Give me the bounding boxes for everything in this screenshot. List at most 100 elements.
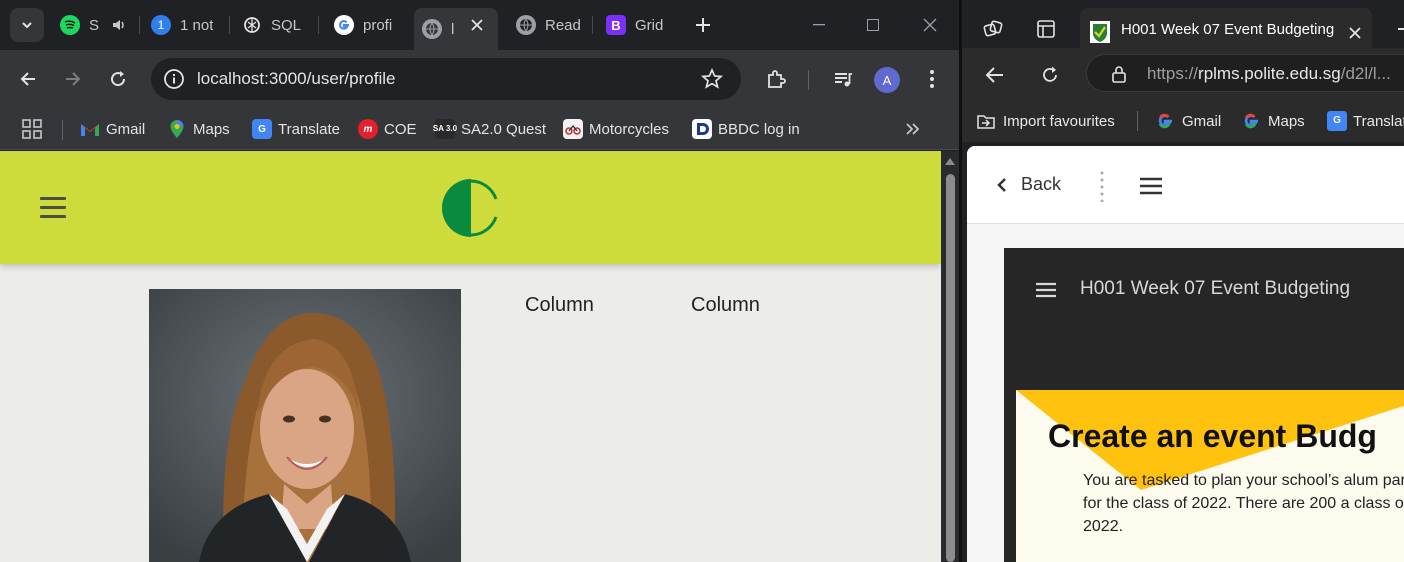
- edge-bookmark-gmail[interactable]: Gmail: [1156, 110, 1221, 132]
- edge-refresh-button[interactable]: [1033, 58, 1067, 92]
- maximize-button[interactable]: [850, 8, 896, 42]
- import-icon: [977, 115, 995, 129]
- close-icon: [923, 18, 937, 32]
- close-tab-icon[interactable]: [470, 18, 484, 32]
- workspaces-button[interactable]: [976, 12, 1010, 46]
- sa-icon: SA 3.0: [433, 119, 457, 139]
- maximize-icon: [867, 19, 879, 31]
- globe-icon: [422, 19, 442, 39]
- queue-music-icon: [835, 73, 852, 87]
- import-favourites-button[interactable]: Import favourites: [976, 110, 1115, 132]
- lock-icon[interactable]: [1111, 65, 1127, 83]
- audio-playing-icon[interactable]: [111, 17, 127, 33]
- tab-active-localhost[interactable]: l: [414, 8, 498, 50]
- back-link[interactable]: Back: [997, 174, 1061, 195]
- google-icon: [1158, 113, 1172, 129]
- scroll-up-arrow-icon[interactable]: [944, 156, 956, 166]
- edge-address-bar[interactable]: https://rplms.polite.edu.sg/d2l/l...: [1086, 54, 1404, 92]
- vertical-tabs-button[interactable]: [1029, 12, 1063, 46]
- chevron-down-icon: [22, 22, 32, 29]
- bookmark-sa-quest[interactable]: SA 3.0 SA2.0 Quest: [433, 116, 546, 142]
- document-body: You are tasked to plan your school’s alu…: [1083, 472, 1404, 535]
- media-control-button[interactable]: [826, 62, 860, 96]
- bookmarks-bar: Gmail Maps G Translate m COE SA 3.0 SA2.…: [0, 108, 959, 150]
- more-vert-icon: [930, 70, 934, 88]
- tab-google-profile[interactable]: profi: [326, 8, 402, 42]
- google-icon: [1244, 113, 1258, 129]
- edge-bookmark-maps[interactable]: Maps: [1242, 110, 1305, 132]
- tab-bootstrap-grid[interactable]: B Grid: [598, 8, 678, 42]
- bookmark-maps[interactable]: Maps: [167, 116, 230, 142]
- reload-button[interactable]: [101, 62, 135, 96]
- document-heading: Create an event Budg: [1048, 418, 1377, 454]
- bookmark-gmail[interactable]: Gmail: [80, 116, 145, 142]
- workspaces-icon: [983, 20, 1003, 37]
- tab-spotify[interactable]: S: [52, 8, 132, 42]
- plus-icon: [696, 18, 710, 32]
- openai-icon: [242, 15, 262, 35]
- coe-icon: m: [358, 119, 378, 139]
- url-text: localhost:3000/user/profile: [197, 69, 396, 88]
- edge-bookmark-translate[interactable]: G Translat: [1327, 110, 1404, 132]
- maps-icon: [167, 119, 187, 139]
- edge-favourites-bar: Import favourites Gmail Maps G Translat: [962, 100, 1404, 142]
- site-logo[interactable]: [441, 178, 499, 238]
- arrow-left-icon: [985, 67, 1003, 83]
- bookmark-motorcycles[interactable]: Motorcycles: [563, 116, 669, 142]
- brightspace-page: Back H001 Week 07 Event Budgeting Create…: [967, 146, 1404, 562]
- new-tab-partial-icon[interactable]: [1398, 28, 1404, 30]
- menu-button[interactable]: [915, 62, 949, 96]
- edge-url-text: https://rplms.polite.edu.sg/d2l/l...: [1147, 64, 1391, 83]
- spotify-icon: [60, 15, 80, 35]
- reload-icon: [1043, 66, 1057, 82]
- tab-read[interactable]: Read: [508, 8, 584, 42]
- translate-icon: G: [1327, 111, 1347, 131]
- address-bar[interactable]: localhost:3000/user/profile: [151, 58, 741, 100]
- motorcycles-icon: [563, 119, 583, 139]
- tab-search-button[interactable]: [10, 8, 44, 42]
- bookmark-translate[interactable]: G Translate: [252, 116, 340, 142]
- profile-avatar[interactable]: A: [874, 67, 900, 93]
- edge-window: H001 Week 07 Event Budgeting https://rpl…: [962, 0, 1404, 562]
- column-heading-1: Column: [525, 294, 594, 316]
- close-tab-icon[interactable]: [1348, 26, 1362, 40]
- globe-icon: [516, 15, 536, 35]
- site-header: [0, 151, 941, 264]
- forward-button[interactable]: [56, 62, 90, 96]
- new-tab-button[interactable]: [686, 8, 720, 42]
- hamburger-menu-icon[interactable]: [40, 197, 66, 219]
- bootstrap-icon: B: [606, 15, 626, 35]
- close-window-button[interactable]: [907, 8, 953, 42]
- arrow-right-icon: [66, 72, 81, 86]
- minimize-button[interactable]: [796, 8, 842, 42]
- chevron-left-icon: [997, 177, 1006, 192]
- site-info-icon[interactable]: [163, 68, 185, 90]
- back-button[interactable]: [11, 62, 45, 96]
- page-scrollbar[interactable]: [941, 151, 959, 562]
- scrollbar-thumb[interactable]: [946, 174, 955, 562]
- more-vert-divider-icon: [1100, 171, 1104, 202]
- content-menu-icon[interactable]: [1139, 177, 1163, 195]
- bbdc-icon: [692, 119, 712, 139]
- edge-toolbar: https://rplms.polite.edu.sg/d2l/l...: [962, 48, 1404, 100]
- more-bookmarks-button[interactable]: [904, 116, 920, 142]
- toc-menu-icon[interactable]: [1035, 282, 1057, 298]
- web-page: Column Column: [0, 151, 941, 562]
- tab-notifications[interactable]: 1 1 not: [143, 8, 221, 42]
- apps-grid-icon: [22, 119, 42, 139]
- apps-button[interactable]: [22, 116, 42, 142]
- google-icon: [334, 15, 354, 35]
- tab-sql[interactable]: SQL: [234, 8, 310, 42]
- bookmark-coe[interactable]: m COE: [358, 116, 417, 142]
- extensions-button[interactable]: [759, 62, 793, 96]
- bookmark-star-icon[interactable]: [701, 68, 723, 90]
- polite-shield-icon: [1090, 21, 1110, 43]
- arrow-left-icon: [20, 72, 35, 86]
- tab-strip: S 1 1 not SQL profi l Read B Grid: [0, 0, 959, 50]
- bookmark-bbdc[interactable]: BBDC log in: [692, 116, 800, 142]
- document-preview: Create an event Budg You are tasked to p…: [1016, 390, 1404, 562]
- translate-icon: G: [252, 119, 272, 139]
- content-viewer: H001 Week 07 Event Budgeting Create an e…: [1004, 248, 1404, 562]
- profile-photo: [149, 289, 461, 562]
- edge-back-button[interactable]: [978, 58, 1012, 92]
